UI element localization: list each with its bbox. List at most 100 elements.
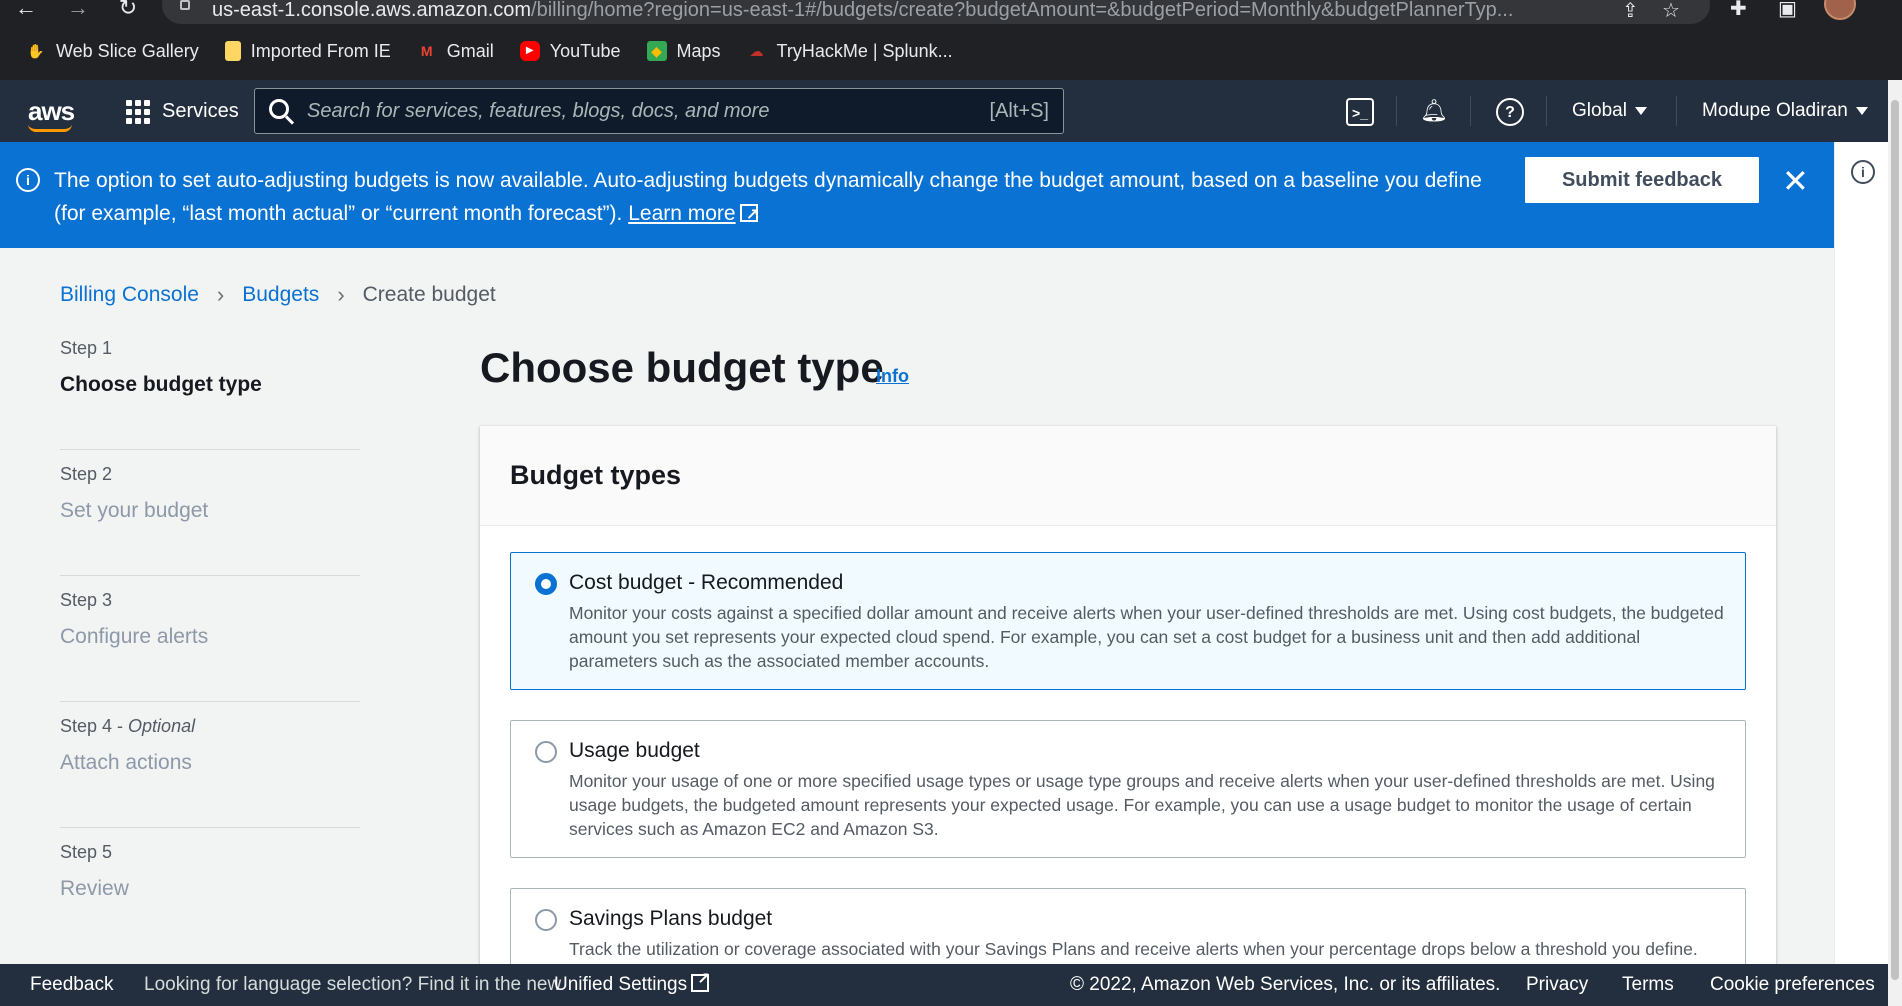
bookmark-tryhackme[interactable]: ☁ TryHackMe | Splunk... [747, 41, 953, 62]
forward-arrow-icon[interactable]: → [66, 0, 90, 20]
extensions-icon[interactable]: ✚ [1730, 0, 1747, 21]
step-1[interactable]: Step 1 Choose budget type [60, 338, 360, 450]
close-icon[interactable]: ✕ [1782, 162, 1809, 200]
info-link[interactable]: Info [876, 366, 909, 387]
search-shortcut-hint: [Alt+S] [989, 100, 1049, 122]
bookmark-label: YouTube [549, 40, 621, 61]
web-slice-icon: ✋ [27, 43, 45, 59]
privacy-link[interactable]: Privacy [1526, 974, 1588, 996]
option-description: Monitor your usage of one or more specif… [569, 771, 1715, 839]
unified-settings-link[interactable]: Unified Settings [554, 969, 710, 996]
account-menu[interactable]: Modupe Oladiran [1702, 100, 1868, 122]
radio-button[interactable] [535, 741, 557, 763]
radio-button[interactable] [535, 909, 557, 931]
nav-divider [1676, 96, 1677, 126]
step-4: Step 4 - Optional Attach actions [60, 716, 360, 828]
submit-feedback-button[interactable]: Submit feedback [1524, 156, 1760, 204]
nav-divider [1396, 96, 1397, 126]
step-name: Set your budget [60, 499, 209, 522]
help-icon[interactable]: ? [1496, 98, 1524, 126]
unified-settings-label: Unified Settings [554, 974, 688, 995]
aws-top-nav: aws Services [Alt+S] >_ 🔔︎ ? Global Modu… [0, 80, 1888, 142]
language-selection-text: Looking for language selection? Find it … [144, 974, 562, 995]
breadcrumb-billing-console[interactable]: Billing Console [60, 283, 199, 307]
external-link-icon [691, 969, 710, 992]
step-number: Step 5 [60, 842, 113, 862]
account-name: Modupe Oladiran [1702, 100, 1848, 121]
container-header: Budget types [480, 426, 1776, 526]
url-host: us-east-1.console.aws.amazon.com [212, 0, 532, 21]
url-path: /billing/home?region=us-east-1#/budgets/… [531, 0, 1514, 21]
profile-avatar[interactable] [1824, 0, 1856, 20]
step-name: Review [60, 877, 129, 900]
bookmark-imported-from-ie[interactable]: Imported From IE [224, 41, 391, 62]
cookie-preferences-link[interactable]: Cookie preferences [1710, 974, 1875, 996]
option-title: Savings Plans budget [569, 907, 773, 930]
services-grid-icon[interactable] [126, 100, 150, 124]
radio-button-selected[interactable] [535, 573, 557, 595]
region-selector[interactable]: Global [1572, 100, 1647, 122]
flashbar-message: The option to set auto-adjusting budgets… [54, 164, 1494, 232]
caret-down-icon [1855, 106, 1868, 115]
budget-types-container: Budget types Cost budget - Recommended M… [480, 426, 1776, 964]
breadcrumb-budgets[interactable]: Budgets [242, 283, 319, 307]
budget-option-usage[interactable]: Usage budget Monitor your usage of one o… [510, 720, 1746, 858]
bookmark-label: Maps [676, 40, 721, 61]
bookmark-label: Web Slice Gallery [56, 40, 199, 61]
reload-icon[interactable]: ↻ [116, 0, 140, 20]
step-2: Step 2 Set your budget [60, 464, 360, 576]
chevron-right-icon: › [216, 282, 225, 307]
budget-option-savings-plans[interactable]: Savings Plans budget Track the utilizati… [510, 888, 1746, 964]
step-number: Step 1 [60, 338, 113, 358]
bookmark-youtube[interactable]: ▶ YouTube [519, 40, 621, 62]
search-input[interactable] [307, 97, 967, 125]
region-label: Global [1572, 100, 1627, 121]
address-bar[interactable]: us-east-1.console.aws.amazon.com/billing… [162, 0, 1710, 24]
info-panel-icon[interactable]: i [1851, 160, 1875, 184]
step-number: Step 2 [60, 464, 113, 484]
step-3: Step 3 Configure alerts [60, 590, 360, 702]
share-icon[interactable]: ⇪ [1622, 0, 1639, 23]
lock-icon [180, 0, 190, 10]
page-scrollbar[interactable] [1888, 80, 1902, 1006]
search-icon [269, 99, 289, 119]
step-name: Configure alerts [60, 625, 209, 648]
back-arrow-icon[interactable]: ← [14, 0, 38, 20]
aws-logo-smile-icon [28, 124, 72, 132]
folder-icon [224, 41, 241, 61]
search-box[interactable]: [Alt+S] [254, 88, 1064, 134]
notifications-bell-icon[interactable]: 🔔︎ [1420, 98, 1448, 126]
bookmark-label: TryHackMe | Splunk... [776, 40, 953, 61]
flashbar-text: The option to set auto-adjusting budgets… [54, 169, 1482, 225]
nav-divider [1546, 96, 1547, 126]
scrollbar-thumb[interactable] [1891, 100, 1899, 980]
step-name: Attach actions [60, 751, 192, 774]
aws-logo[interactable]: aws [28, 96, 75, 127]
bookmarks-bar: ✋ Web Slice Gallery Imported From IE M Gma… [0, 36, 953, 66]
browser-toolbar: ← → ↻ us-east-1.console.aws.amazon.com/b… [0, 0, 1902, 80]
step-name: Choose budget type [60, 373, 262, 396]
bookmark-gmail[interactable]: M Gmail [417, 41, 494, 62]
bookmark-web-slice[interactable]: ✋ Web Slice Gallery [26, 40, 199, 62]
maps-icon: ◆ [646, 41, 667, 61]
bookmark-star-icon[interactable]: ☆ [1662, 0, 1680, 23]
bookmark-maps[interactable]: ◆ Maps [646, 40, 721, 62]
learn-more-label: Learn more [628, 202, 736, 225]
side-panel-icon[interactable]: ▣ [1778, 0, 1797, 21]
external-link-icon [739, 199, 759, 232]
footer-feedback-link[interactable]: Feedback [30, 974, 113, 996]
services-menu[interactable]: Services [162, 100, 239, 123]
option-title: Usage budget [569, 739, 700, 762]
terms-link[interactable]: Terms [1622, 974, 1674, 996]
gmail-icon: M [420, 43, 433, 59]
option-title: Cost budget - Recommended [569, 571, 844, 594]
budget-option-cost[interactable]: Cost budget - Recommended Monitor your c… [510, 552, 1746, 690]
info-icon: i [16, 168, 40, 192]
learn-more-link[interactable]: Learn more [628, 202, 735, 225]
console-footer: Feedback Looking for language selection?… [0, 964, 1888, 1006]
main-content: Billing Console › Budgets › Create budge… [0, 248, 1834, 964]
optional-label: Optional [128, 716, 196, 736]
cloudshell-icon[interactable]: >_ [1346, 98, 1374, 126]
tryhackme-icon: ☁ [749, 43, 764, 59]
caret-down-icon [1634, 106, 1647, 115]
